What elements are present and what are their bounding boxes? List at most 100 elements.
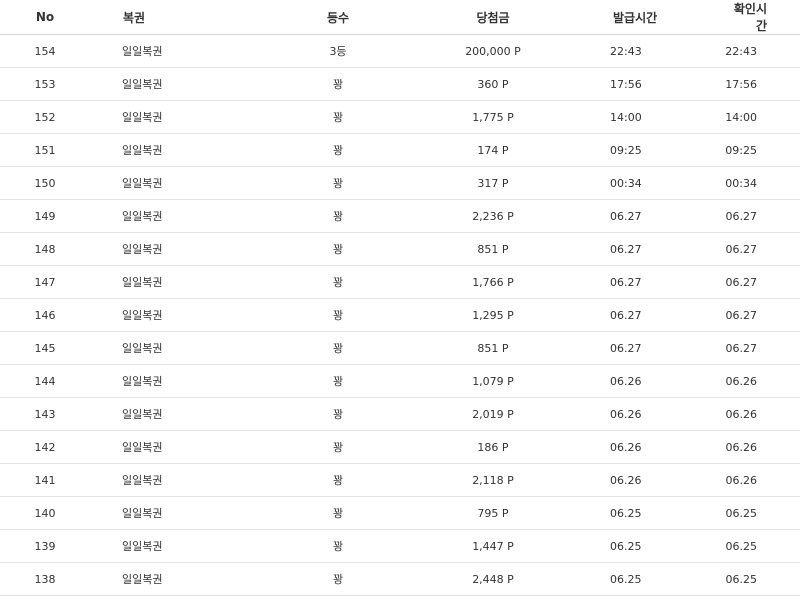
- cell-lottery: 일일복권: [90, 298, 273, 332]
- cell-no: 151: [0, 133, 90, 167]
- cell-issued-time: 06.25: [583, 529, 723, 563]
- cell-rank: 꽝: [273, 67, 403, 101]
- cell-checked-time: 17:56: [723, 67, 800, 101]
- table-row: 144 일일복권 꽝 1,079 P 06.26 06.26: [0, 364, 800, 398]
- cell-checked-time: 06.27: [723, 298, 800, 332]
- cell-checked-time: 09:25: [723, 133, 800, 167]
- table-row: 138 일일복권 꽝 2,448 P 06.25 06.25: [0, 562, 800, 596]
- cell-checked-time: 00:34: [723, 166, 800, 200]
- cell-checked-time: 06.27: [723, 199, 800, 233]
- cell-lottery: 일일복권: [90, 232, 273, 266]
- cell-checked-time: 06.26: [723, 397, 800, 431]
- cell-lottery: 일일복권: [90, 397, 273, 431]
- cell-lottery: 일일복권: [90, 199, 273, 233]
- cell-prize: 2,448 P: [403, 562, 583, 596]
- cell-issued-time: 17:56: [583, 67, 723, 101]
- cell-issued-time: 06.27: [583, 232, 723, 266]
- cell-issued-time: 06.27: [583, 199, 723, 233]
- cell-checked-time: 06.25: [723, 529, 800, 563]
- table-row: 147 일일복권 꽝 1,766 P 06.27 06.27: [0, 265, 800, 299]
- cell-issued-time: 06.27: [583, 265, 723, 299]
- cell-prize: 200,000 P: [403, 34, 583, 68]
- cell-checked-time: 06.25: [723, 496, 800, 530]
- cell-prize: 1,447 P: [403, 529, 583, 563]
- cell-rank: 꽝: [273, 298, 403, 332]
- cell-lottery: 일일복권: [90, 67, 273, 101]
- cell-issued-time: 14:00: [583, 100, 723, 134]
- cell-lottery: 일일복권: [90, 529, 273, 563]
- cell-rank: 꽝: [273, 430, 403, 464]
- cell-issued-time: 00:34: [583, 166, 723, 200]
- cell-rank: 꽝: [273, 463, 403, 497]
- table-row: 151 일일복권 꽝 174 P 09:25 09:25: [0, 133, 800, 167]
- cell-prize: 317 P: [403, 166, 583, 200]
- header-prize: 당첨금: [403, 0, 583, 35]
- header-checked-time: 확인시간: [723, 0, 800, 35]
- table-row: 142 일일복권 꽝 186 P 06.26 06.26: [0, 430, 800, 464]
- table-row: 153 일일복권 꽝 360 P 17:56 17:56: [0, 67, 800, 101]
- table-row: 139 일일복권 꽝 1,447 P 06.25 06.25: [0, 529, 800, 563]
- cell-issued-time: 06.27: [583, 331, 723, 365]
- cell-prize: 1,766 P: [403, 265, 583, 299]
- cell-no: 140: [0, 496, 90, 530]
- cell-lottery: 일일복권: [90, 133, 273, 167]
- cell-lottery: 일일복권: [90, 430, 273, 464]
- cell-checked-time: 06.25: [723, 562, 800, 596]
- header-lottery: 복권: [90, 0, 273, 35]
- header-issued-time: 발급시간: [583, 0, 723, 35]
- table-row: 145 일일복권 꽝 851 P 06.27 06.27: [0, 331, 800, 365]
- cell-lottery: 일일복권: [90, 34, 273, 68]
- table-row: 152 일일복권 꽝 1,775 P 14:00 14:00: [0, 100, 800, 134]
- table-row: 143 일일복권 꽝 2,019 P 06.26 06.26: [0, 397, 800, 431]
- cell-rank: 꽝: [273, 100, 403, 134]
- cell-checked-time: 14:00: [723, 100, 800, 134]
- cell-lottery: 일일복권: [90, 562, 273, 596]
- cell-no: 152: [0, 100, 90, 134]
- cell-no: 138: [0, 562, 90, 596]
- table-body: 154 일일복권 3등 200,000 P 22:43 22:43 153 일일복권 꽝 360 …: [0, 34, 800, 596]
- cell-checked-time: 06.27: [723, 232, 800, 266]
- cell-checked-time: 06.26: [723, 463, 800, 497]
- cell-prize: 1,079 P: [403, 364, 583, 398]
- cell-no: 145: [0, 331, 90, 365]
- header-row: No 복권 등수 당첨금 발급시간 확인시간: [0, 0, 800, 35]
- cell-lottery: 일일복권: [90, 100, 273, 134]
- cell-prize: 1,775 P: [403, 100, 583, 134]
- cell-issued-time: 06.25: [583, 562, 723, 596]
- cell-prize: 174 P: [403, 133, 583, 167]
- cell-no: 148: [0, 232, 90, 266]
- cell-checked-time: 06.27: [723, 265, 800, 299]
- cell-rank: 꽝: [273, 331, 403, 365]
- cell-rank: 꽝: [273, 364, 403, 398]
- cell-prize: 186 P: [403, 430, 583, 464]
- cell-rank: 꽝: [273, 529, 403, 563]
- cell-checked-time: 22:43: [723, 34, 800, 68]
- cell-issued-time: 06.25: [583, 496, 723, 530]
- table-row: 141 일일복권 꽝 2,118 P 06.26 06.26: [0, 463, 800, 497]
- cell-checked-time: 06.26: [723, 364, 800, 398]
- cell-lottery: 일일복권: [90, 331, 273, 365]
- cell-rank: 꽝: [273, 232, 403, 266]
- cell-rank: 꽝: [273, 562, 403, 596]
- table-row: 146 일일복권 꽝 1,295 P 06.27 06.27: [0, 298, 800, 332]
- table-row: 140 일일복권 꽝 795 P 06.25 06.25: [0, 496, 800, 530]
- cell-no: 139: [0, 529, 90, 563]
- cell-prize: 795 P: [403, 496, 583, 530]
- table-header: No 복권 등수 당첨금 발급시간 확인시간: [0, 0, 800, 35]
- cell-rank: 3등: [273, 34, 403, 68]
- cell-lottery: 일일복권: [90, 364, 273, 398]
- table-row: 149 일일복권 꽝 2,236 P 06.27 06.27: [0, 199, 800, 233]
- cell-issued-time: 06.26: [583, 397, 723, 431]
- cell-rank: 꽝: [273, 397, 403, 431]
- cell-lottery: 일일복권: [90, 166, 273, 200]
- cell-prize: 1,295 P: [403, 298, 583, 332]
- header-rank: 등수: [273, 0, 403, 35]
- lottery-history-table: No 복권 등수 당첨금 발급시간 확인시간 154 일일복권 3등 200,000 …: [0, 0, 800, 596]
- cell-issued-time: 22:43: [583, 34, 723, 68]
- cell-lottery: 일일복권: [90, 463, 273, 497]
- cell-prize: 851 P: [403, 331, 583, 365]
- header-no: No: [0, 0, 90, 35]
- cell-no: 150: [0, 166, 90, 200]
- table-row: 150 일일복권 꽝 317 P 00:34 00:34: [0, 166, 800, 200]
- cell-prize: 2,019 P: [403, 397, 583, 431]
